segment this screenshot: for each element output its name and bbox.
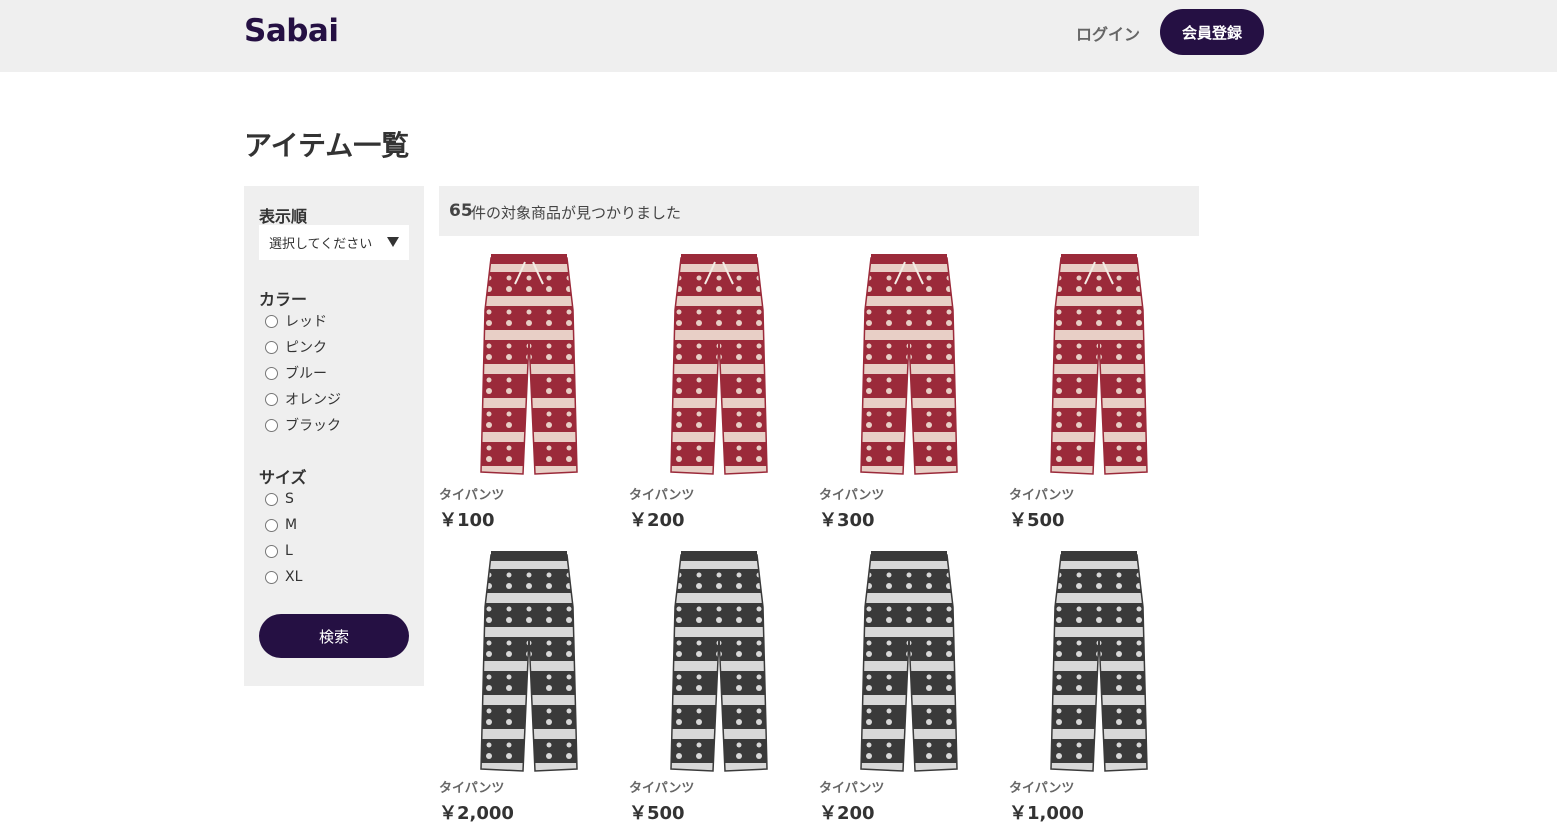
color-option-label: オレンジ [285,392,341,408]
product-name: タイパンツ [1009,781,1075,796]
pants-waistband [871,551,947,561]
product-image[interactable] [819,250,999,482]
radio-button[interactable] [265,366,278,380]
pants-waistband [491,551,567,561]
color-option-label: レッド [285,314,327,330]
size-option-label: L [285,543,293,559]
color-option-red[interactable]: レッド [265,311,327,331]
size-option-label: XL [285,569,303,585]
product-price: ￥1,000 [1009,803,1084,824]
radio-button[interactable] [265,418,278,432]
pants-shape [670,554,768,772]
product-price: ￥100 [439,510,495,531]
radio-button[interactable] [265,340,278,354]
login-link[interactable]: ログイン [1076,21,1140,45]
pants-waistband [491,254,567,264]
radio-button[interactable] [265,518,278,532]
pants-shape [670,257,768,475]
pants-shape [480,554,578,772]
product-image[interactable] [439,250,619,482]
product-name: タイパンツ [1009,488,1075,503]
pants-waistband [681,551,757,561]
color-option-blue[interactable]: ブルー [265,363,327,383]
color-option-black[interactable]: ブラック [265,415,341,435]
size-option-label: S [285,491,294,507]
radio-button[interactable] [265,314,278,328]
site-header: Sabai ログイン 会員登録 [0,0,1557,72]
sort-select-value: 選択してください [269,237,373,252]
product-price: ￥200 [629,510,685,531]
product-image[interactable] [1009,547,1189,779]
size-option-s[interactable]: S [265,489,294,509]
radio-button[interactable] [265,570,278,584]
product-image[interactable] [819,547,999,779]
product-image[interactable] [1009,250,1189,482]
product-image[interactable] [629,250,809,482]
product-name: タイパンツ [439,781,505,796]
pants-waistband [681,254,757,264]
product-image[interactable] [439,547,619,779]
pants-shape [860,257,958,475]
radio-button[interactable] [265,392,278,406]
product-price: ￥500 [1009,510,1065,531]
pants-shape [860,554,958,772]
result-summary: 65 件の対象商品が見つかりました [439,186,1199,236]
search-button[interactable]: 検索 [259,614,409,658]
color-option-pink[interactable]: ピンク [265,337,327,357]
product-name: タイパンツ [629,488,695,503]
product-price: ￥300 [819,510,875,531]
site-logo[interactable]: Sabai [244,13,339,49]
product-price: ￥200 [819,803,875,824]
product-price: ￥500 [629,803,685,824]
filter-sidebar: 表示順 選択してください カラー レッド ピンク ブルー オレンジ ブラック サ… [244,186,424,686]
radio-button[interactable] [265,492,278,506]
size-option-l[interactable]: L [265,541,293,561]
pants-waistband [1061,254,1137,264]
result-count: 65 [449,201,473,221]
dropdown-caret-icon [387,237,399,247]
product-price: ￥2,000 [439,803,514,824]
signup-button[interactable]: 会員登録 [1160,9,1264,55]
size-heading: サイズ [259,468,307,487]
sort-heading: 表示順 [259,207,308,226]
product-name: タイパンツ [439,488,505,503]
product-name: タイパンツ [629,781,695,796]
radio-button[interactable] [265,544,278,558]
product-name: タイパンツ [819,781,885,796]
color-option-label: ブラック [285,418,341,434]
color-option-orange[interactable]: オレンジ [265,389,341,409]
sort-select[interactable]: 選択してください [259,225,409,260]
page-title: アイテム一覧 [244,129,410,162]
pants-shape [1050,554,1148,772]
size-option-label: M [285,517,298,533]
product-name: タイパンツ [819,488,885,503]
pants-shape [1050,257,1148,475]
size-option-xl[interactable]: XL [265,567,302,587]
pants-shape [480,257,578,475]
color-option-label: ブルー [285,366,327,382]
result-text: 件の対象商品が見つかりました [471,204,682,222]
color-option-label: ピンク [285,340,327,356]
pants-waistband [1061,551,1137,561]
pants-waistband [871,254,947,264]
product-image[interactable] [629,547,809,779]
size-option-m[interactable]: M [265,515,297,535]
color-heading: カラー [259,290,308,309]
